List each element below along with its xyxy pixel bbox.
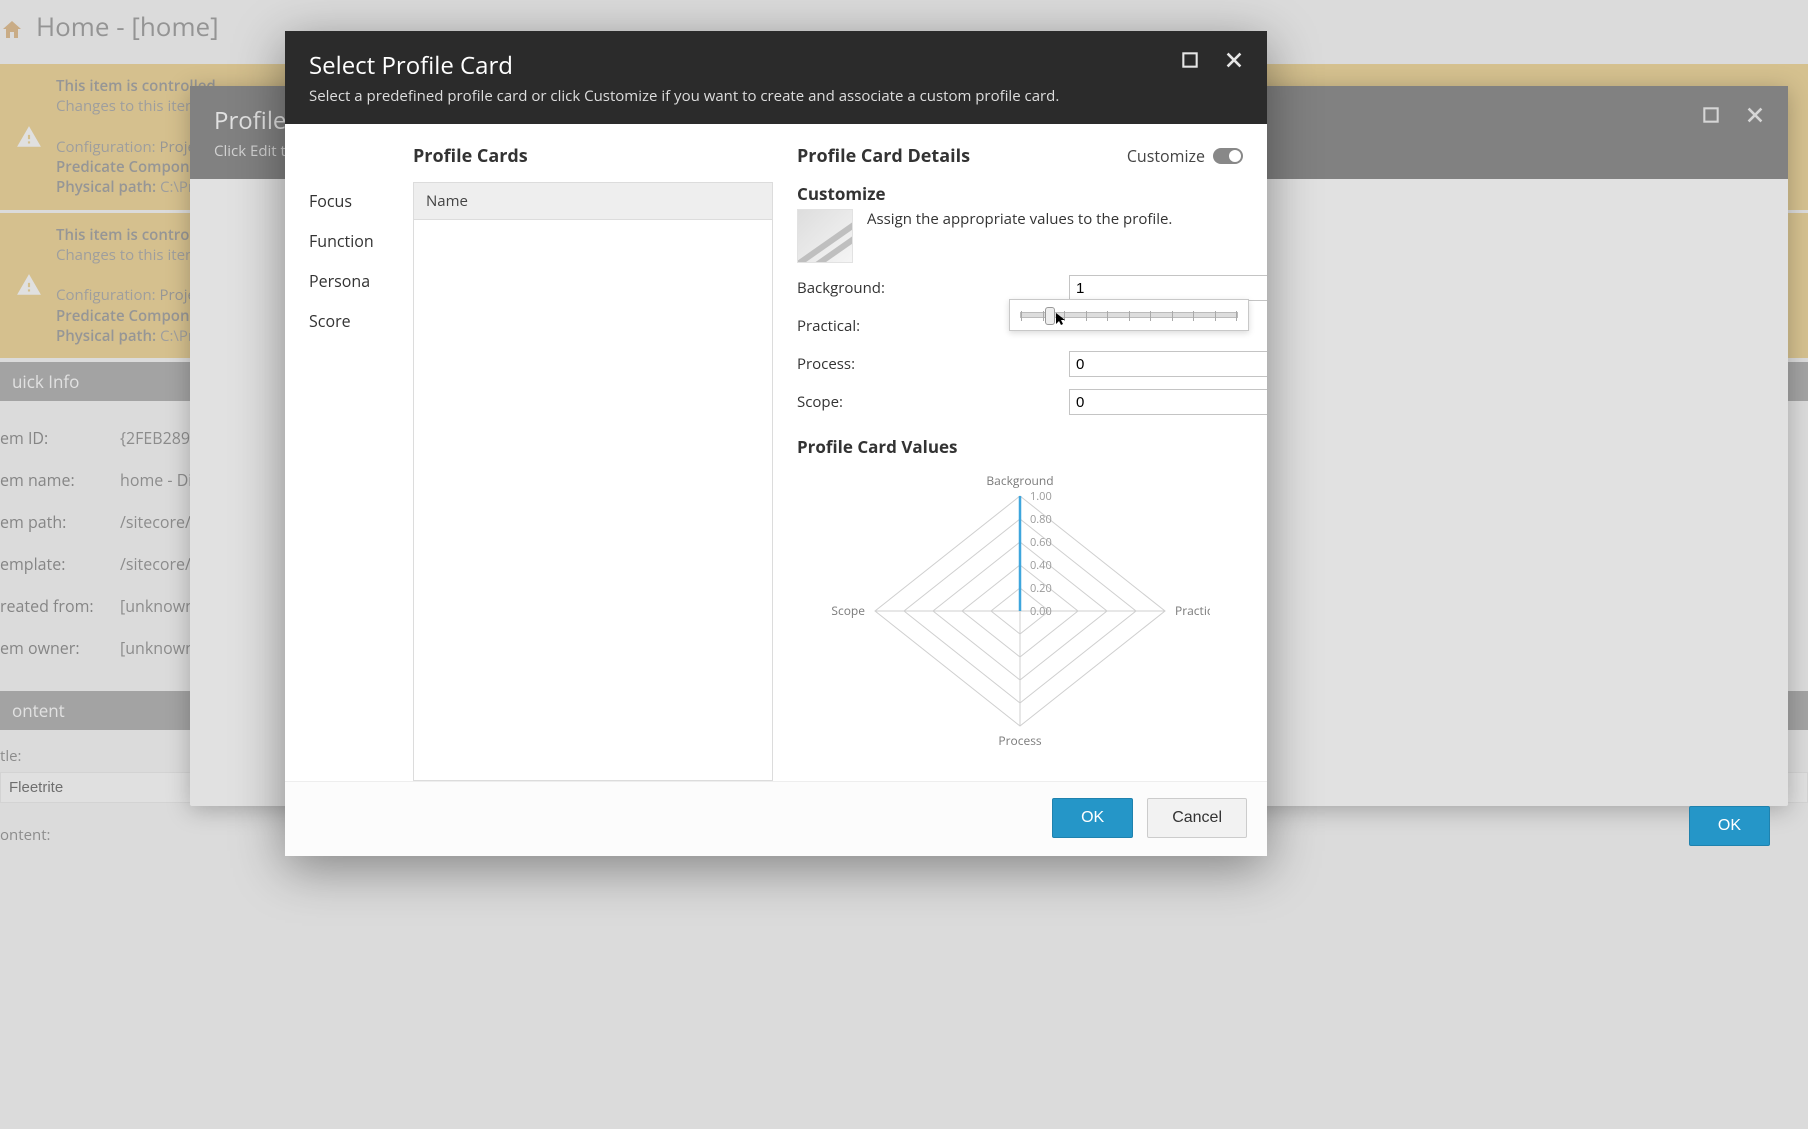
axis-scope: Scope (831, 602, 865, 619)
details-heading: Profile Card Details (797, 144, 970, 168)
process-input[interactable] (1069, 351, 1267, 377)
customize-toggle[interactable] (1213, 148, 1243, 164)
background-input[interactable] (1069, 275, 1267, 301)
dialog-subtitle: Select a predefined profile card or clic… (309, 86, 1243, 106)
field-label-practical: Practical: (797, 316, 860, 336)
svg-text:0.40: 0.40 (1030, 558, 1052, 573)
maximize-icon[interactable] (1177, 47, 1203, 73)
ok-button[interactable]: OK (1052, 798, 1133, 838)
profile-cards-table: Name (413, 182, 773, 781)
close-icon[interactable] (1221, 47, 1247, 73)
svg-text:0.20: 0.20 (1030, 581, 1052, 596)
table-header-name[interactable]: Name (414, 183, 772, 220)
axis-practical: Practical (1175, 602, 1210, 619)
customize-desc: Assign the appropriate values to the pro… (867, 209, 1172, 229)
practical-slider-popup (1009, 299, 1249, 331)
sidebar-tab-persona[interactable]: Persona (309, 270, 405, 292)
customize-label: Customize (1127, 145, 1205, 167)
dialog-select-profile-card: Select Profile Card Select a predefined … (285, 31, 1267, 856)
field-label-process: Process: (797, 354, 855, 374)
dialog2-ok-button[interactable]: OK (1689, 806, 1770, 846)
sidebar-tab-function[interactable]: Function (309, 230, 405, 252)
sidebar-tab-score[interactable]: Score (309, 310, 405, 332)
dialog-title: Select Profile Card (309, 49, 1243, 82)
sidebar-tab-focus[interactable]: Focus (309, 190, 405, 212)
background-combo[interactable]: ••• (1069, 275, 1243, 301)
process-combo[interactable] (1069, 351, 1243, 377)
scope-combo[interactable] (1069, 389, 1243, 415)
svg-text:0.00: 0.00 (1030, 604, 1052, 619)
profile-thumbnail (797, 209, 853, 263)
svg-text:0.60: 0.60 (1030, 535, 1052, 550)
profile-cards-heading: Profile Cards (413, 144, 773, 168)
svg-text:1.00: 1.00 (1030, 489, 1052, 504)
slider-thumb[interactable] (1045, 307, 1055, 325)
practical-slider[interactable] (1020, 312, 1238, 318)
table-body-empty (414, 220, 772, 780)
cancel-button[interactable]: Cancel (1147, 798, 1247, 838)
profile-values-heading: Profile Card Values (797, 435, 1243, 458)
customize-block-title: Customize (797, 182, 1243, 205)
field-label-scope: Scope: (797, 392, 843, 412)
radar-chart: Background Practical Process Scope 1.00 … (797, 466, 1243, 746)
axis-process: Process (998, 732, 1042, 746)
scope-input[interactable] (1069, 389, 1267, 415)
axis-background: Background (986, 472, 1053, 489)
svg-text:0.80: 0.80 (1030, 512, 1052, 527)
field-label-background: Background: (797, 278, 885, 298)
